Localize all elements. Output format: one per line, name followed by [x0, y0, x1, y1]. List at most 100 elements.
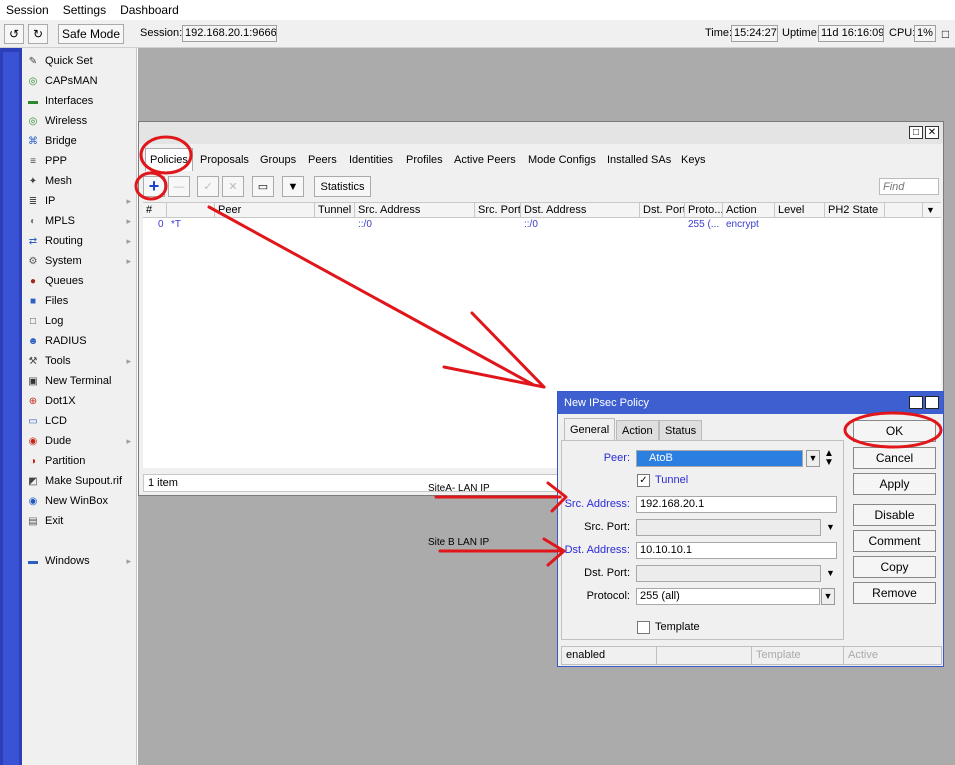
- tab-active-peers[interactable]: Active Peers: [450, 150, 520, 170]
- tab-proposals[interactable]: Proposals: [196, 150, 253, 170]
- close-icon[interactable]: ✕: [925, 126, 939, 139]
- sidebar-item-label: Make Supout.rif: [45, 475, 123, 487]
- col-level[interactable]: Level: [775, 203, 825, 218]
- copy-button[interactable]: Copy: [853, 556, 936, 578]
- sidebar-item-dot1x[interactable]: ⊕ Dot1X: [22, 391, 137, 411]
- sidebar-item-ppp[interactable]: ≡ PPP: [22, 151, 137, 171]
- policies-table-header: # Peer Tunnel Src. Address Src. Port Dst…: [143, 202, 941, 218]
- cancel-button[interactable]: Cancel: [853, 447, 936, 469]
- menu-session[interactable]: Session: [0, 3, 57, 17]
- sidebar-item-make-supout-rif[interactable]: ◩ Make Supout.rif: [22, 471, 137, 491]
- sidebar-item-ip[interactable]: ≣ IP ▸: [22, 191, 137, 211]
- template-checkbox[interactable]: [637, 621, 650, 634]
- sidebar-item-capsman[interactable]: ◎ CAPsMAN: [22, 71, 137, 91]
- sidebar-item-lcd[interactable]: ▭ LCD: [22, 411, 137, 431]
- col-peer[interactable]: Peer: [215, 203, 315, 218]
- find-input[interactable]: [879, 178, 939, 195]
- menu-dashboard[interactable]: Dashboard: [114, 3, 187, 17]
- maximize-icon[interactable]: □: [909, 396, 923, 409]
- tab-mode-configs[interactable]: Mode Configs: [524, 150, 600, 170]
- protocol-dropdown-icon[interactable]: ▼: [821, 588, 835, 605]
- col-dst-address[interactable]: Dst. Address: [521, 203, 640, 218]
- tab-identities[interactable]: Identities: [345, 150, 397, 170]
- sidebar-item-label: Files: [45, 295, 69, 307]
- dst-port-input[interactable]: [636, 565, 821, 582]
- routing-icon: ⇄: [28, 235, 38, 247]
- enable-icon[interactable]: ✓: [197, 176, 219, 197]
- dst-address-input[interactable]: 10.10.10.1: [636, 542, 837, 559]
- tools-icon: ⚒: [28, 355, 38, 367]
- redo-icon[interactable]: ↻: [28, 24, 48, 44]
- sidebar-item-queues[interactable]: ● Queues: [22, 271, 137, 291]
- disable-icon[interactable]: ✕: [222, 176, 244, 197]
- updown-icon[interactable]: ▲ ▼: [824, 449, 834, 468]
- ok-button[interactable]: OK: [853, 420, 936, 442]
- sidebar-item-system[interactable]: ⚙ System ▸: [22, 251, 137, 271]
- protocol-select[interactable]: 255 (all): [636, 588, 820, 605]
- statistics-button[interactable]: Statistics: [314, 176, 371, 197]
- maximize-icon[interactable]: □: [909, 126, 923, 139]
- sidebar-item-windows[interactable]: ▬ Windows ▸: [22, 551, 137, 571]
- close-icon[interactable]: ✕: [925, 396, 939, 409]
- chevron-down-icon[interactable]: ▼: [826, 568, 835, 578]
- col-action[interactable]: Action: [723, 203, 775, 218]
- comment-icon[interactable]: ▭: [252, 176, 274, 197]
- dst-address-label: Dst. Address:: [564, 544, 630, 556]
- sidebar-item-new-terminal[interactable]: ▣ New Terminal: [22, 371, 137, 391]
- sidebar-item-radius[interactable]: ☻ RADIUS: [22, 331, 137, 351]
- tab-peers[interactable]: Peers: [304, 150, 341, 170]
- peer-dropdown-icon[interactable]: ▼: [806, 450, 820, 467]
- sidebar-item-files[interactable]: ■ Files: [22, 291, 137, 311]
- sidebar-item-partition[interactable]: ◑ Partition: [22, 451, 137, 471]
- col-src-address[interactable]: Src. Address: [355, 203, 475, 218]
- col-src-port[interactable]: Src. Port: [475, 203, 521, 218]
- tab-action[interactable]: Action: [616, 420, 659, 440]
- sidebar-item-mpls[interactable]: ◐ MPLS ▸: [22, 211, 137, 231]
- table-row[interactable]: 0 *T ::/0 ::/0 255 (... encrypt: [143, 218, 941, 232]
- remove-button[interactable]: Remove: [853, 582, 936, 604]
- tab-installed-sas[interactable]: Installed SAs: [603, 150, 675, 170]
- tab-general[interactable]: General: [564, 418, 616, 441]
- col-tunnel[interactable]: Tunnel: [315, 203, 355, 218]
- safe-mode-button[interactable]: Safe Mode: [58, 24, 124, 44]
- dialog-titlebar[interactable]: New IPsec Policy □ ✕: [558, 392, 943, 414]
- sidebar-item-interfaces[interactable]: ▬ Interfaces: [22, 91, 137, 111]
- undo-icon[interactable]: ↺: [4, 24, 24, 44]
- tab-status[interactable]: Status: [659, 420, 703, 440]
- comment-button[interactable]: Comment: [853, 530, 936, 552]
- add-icon[interactable]: +: [143, 176, 165, 197]
- apply-button[interactable]: Apply: [853, 473, 936, 495]
- column-menu-icon[interactable]: ▼: [923, 203, 941, 218]
- peer-select[interactable]: AtoB: [636, 450, 803, 467]
- sidebar-item-log[interactable]: □ Log: [22, 311, 137, 331]
- col-protocol[interactable]: Proto...: [685, 203, 723, 218]
- menu-settings[interactable]: Settings: [57, 3, 114, 17]
- tab-keys[interactable]: Keys: [677, 150, 709, 170]
- sidebar-item-tools[interactable]: ⚒ Tools ▸: [22, 351, 137, 371]
- sidebar-item-routing[interactable]: ⇄ Routing ▸: [22, 231, 137, 251]
- sidebar-item-mesh[interactable]: ✦ Mesh: [22, 171, 137, 191]
- col-number[interactable]: #: [143, 203, 167, 218]
- tunnel-checkbox[interactable]: ✓: [637, 474, 650, 487]
- src-port-input[interactable]: [636, 519, 821, 536]
- sidebar-item-label: Interfaces: [45, 95, 94, 107]
- chevron-down-icon[interactable]: ▼: [826, 522, 835, 532]
- sidebar-item-bridge[interactable]: ⌘ Bridge: [22, 131, 137, 151]
- disable-button[interactable]: Disable: [853, 504, 936, 526]
- tab-groups[interactable]: Groups: [256, 150, 300, 170]
- filter-icon[interactable]: ▼: [282, 176, 304, 197]
- sidebar-item-exit[interactable]: ▤ Exit: [22, 511, 137, 531]
- col-flag[interactable]: [167, 203, 215, 218]
- tab-profiles[interactable]: Profiles: [402, 150, 447, 170]
- sidebar-item-quick-set[interactable]: ✎ Quick Set: [22, 51, 137, 71]
- col-ph2-state[interactable]: PH2 State: [825, 203, 885, 218]
- remove-icon[interactable]: —: [168, 176, 190, 197]
- sidebar-item-dude[interactable]: ◉ Dude ▸: [22, 431, 137, 451]
- sidebar-item-label: Quick Set: [45, 55, 93, 67]
- col-dst-port[interactable]: Dst. Port: [640, 203, 685, 218]
- tab-policies[interactable]: Policies: [145, 148, 193, 171]
- ipsec-titlebar[interactable]: □ ✕: [139, 122, 943, 144]
- src-address-input[interactable]: 192.168.20.1: [636, 496, 837, 513]
- sidebar-item-new-winbox[interactable]: ◉ New WinBox: [22, 491, 137, 511]
- sidebar-item-wireless[interactable]: ◎ Wireless: [22, 111, 137, 131]
